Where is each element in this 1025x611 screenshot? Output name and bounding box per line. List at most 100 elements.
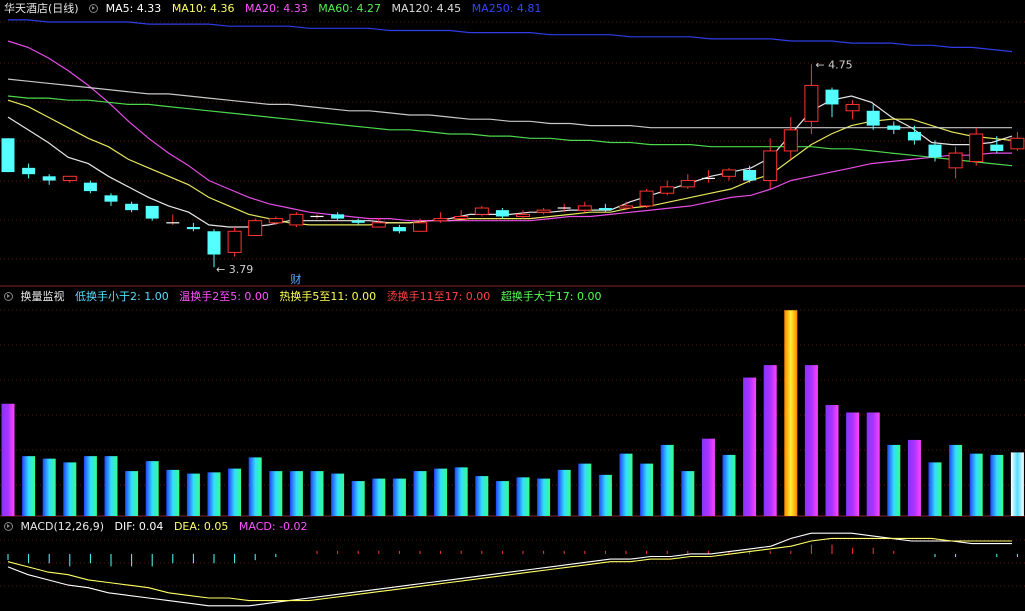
stock-title: 华天酒店(日线): [4, 2, 79, 15]
volume-bar: [434, 468, 448, 516]
volume-bar: [475, 476, 489, 516]
candle-body: [104, 195, 118, 202]
volume-bar: [990, 454, 1004, 516]
volume-bar: [928, 462, 942, 516]
volume-bar: [207, 472, 221, 516]
candle-body: [413, 222, 427, 232]
candle-body: [804, 84, 819, 122]
volume-bar: [784, 310, 798, 516]
ma-line-ma20: [7, 40, 1012, 222]
volume-bar: [495, 481, 509, 516]
candle-body: [845, 103, 860, 112]
volume-bar: [1010, 452, 1024, 516]
volume-bar: [248, 457, 262, 516]
candle-body: [619, 205, 633, 209]
vol-warm-label: 温换手2至5: 0.00: [179, 290, 269, 303]
volume-bar: [145, 461, 159, 516]
volume-bar: [763, 365, 777, 516]
candle-body: [207, 231, 221, 255]
candle-body: [227, 230, 242, 253]
candle-body: [351, 220, 365, 223]
ma10-label: MA10: 4.36: [171, 2, 235, 15]
volume-bar: [825, 405, 839, 516]
volume-bar: [413, 471, 427, 516]
candle-body: [536, 209, 551, 213]
volume-bar: [640, 463, 654, 516]
volume-bar: [83, 456, 97, 516]
volume-bar: [681, 471, 695, 516]
volume-bar: [907, 439, 921, 516]
volume-bar: [310, 471, 324, 516]
vol-super-label: 超换手大于17: 0.00: [500, 290, 602, 303]
volume-bar: [104, 456, 118, 516]
candle-body: [186, 227, 200, 230]
candle-body: [907, 131, 921, 141]
volume-bar: [598, 474, 612, 516]
macd-dif-line: [7, 532, 1012, 607]
candle-body: [371, 222, 386, 228]
candle-body: [62, 175, 77, 182]
ma60-label: MA60: 4.27: [318, 2, 381, 15]
candle-body: [948, 152, 963, 169]
dea-label: DEA: 0.05: [173, 520, 229, 533]
volume-bar: [660, 444, 674, 516]
low-annotation: ← 3.79: [216, 263, 253, 276]
main-header: 华天酒店(日线) MA5: 4.33 MA10: 4.36 MA20: 4.33…: [4, 1, 548, 17]
volume-bar: [228, 468, 242, 516]
candle-body: [722, 169, 736, 177]
candle-body: [474, 207, 489, 215]
candle-body: [248, 220, 263, 236]
candle-body: [125, 203, 139, 211]
candle-body: [433, 218, 448, 222]
volume-bar: [619, 453, 633, 516]
candle-body: [743, 169, 757, 181]
volume-bar: [804, 365, 818, 516]
vol-burn-label: 烫换手11至17: 0.00: [386, 290, 491, 303]
volume-bar: [557, 469, 571, 516]
ma5-label: MA5: 4.33: [105, 2, 162, 15]
volume-bar: [22, 456, 36, 516]
high-annotation: ← 4.75: [815, 58, 852, 71]
macd-header: MACD(12,26,9) DIF: 0.04 DEA: 0.05 MACD: …: [4, 519, 315, 535]
candle-body: [331, 214, 345, 219]
candle-body: [887, 125, 901, 130]
volume-bar: [1, 403, 15, 516]
settings-icon[interactable]: [89, 3, 99, 13]
volume-bar: [289, 471, 303, 516]
candle-body: [639, 190, 654, 207]
ma120-label: MA120: 4.45: [391, 2, 462, 15]
candle-body: [660, 186, 675, 194]
candle-body: [42, 176, 56, 181]
volume-bar: [186, 473, 200, 516]
candle-body: [495, 210, 509, 217]
volume-bar: [887, 444, 901, 516]
volume-bar: [351, 481, 365, 516]
volume-bar: [866, 412, 880, 516]
candle-body: [392, 227, 406, 232]
volume-bar: [42, 458, 56, 516]
candle-body: [577, 205, 592, 211]
volume-bar: [949, 444, 963, 516]
volume-bar: [516, 477, 530, 516]
ma20-label: MA20: 4.33: [245, 2, 308, 15]
volume-bar: [125, 471, 139, 516]
dif-label: DIF: 0.04: [114, 520, 164, 533]
candle-body: [783, 129, 798, 152]
candle-body: [1, 138, 15, 173]
candle-body: [22, 167, 36, 175]
candle-body: [598, 208, 612, 211]
settings-icon[interactable]: [4, 521, 13, 531]
volume-bar: [701, 438, 715, 516]
volume-bar: [537, 478, 551, 516]
settings-icon[interactable]: [4, 291, 13, 301]
vol-low-label: 低换手小于2: 1.00: [75, 290, 169, 303]
candle-body: [866, 110, 880, 126]
volume-title: 换量监视: [20, 290, 65, 303]
volume-bar: [578, 463, 592, 516]
volume-header: 换量监视 低换手小于2: 1.00 温换手2至5: 0.00 热换手5至11: …: [4, 289, 609, 305]
candle-body: [928, 144, 942, 158]
volume-bar: [372, 478, 386, 516]
candle-body: [83, 182, 97, 192]
ma-line-ma120: [7, 78, 1012, 129]
candle-body: [268, 218, 283, 224]
